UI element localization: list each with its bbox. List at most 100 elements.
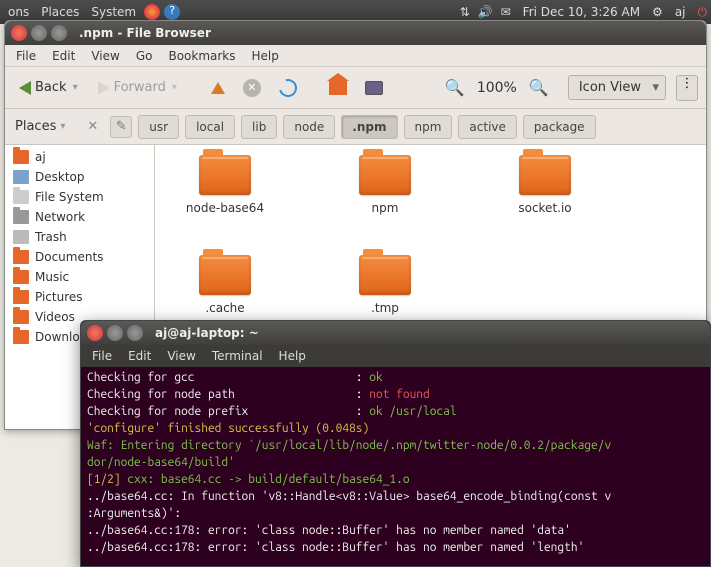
sidebar-item-label: Pictures [35, 290, 83, 304]
folder-icon [13, 330, 29, 344]
folder-item[interactable]: node-base64 [175, 155, 275, 215]
folder-icon [13, 270, 29, 284]
sidebar-item-label: aj [35, 150, 46, 164]
toolbar-grip[interactable]: ⋮ [676, 75, 698, 101]
sidebar-item-label: Trash [35, 230, 67, 244]
path-segment[interactable]: node [283, 115, 335, 139]
reload-button[interactable] [273, 75, 303, 101]
path-segment[interactable]: lib [241, 115, 277, 139]
folder-icon [199, 255, 251, 295]
power-icon[interactable]: ⏻ [698, 5, 708, 20]
zoom-out-button[interactable]: 🔍 [441, 78, 469, 97]
folder-label: .tmp [335, 301, 435, 315]
help-icon[interactable]: ? [164, 4, 180, 20]
fb-titlebar[interactable]: .npm - File Browser [5, 21, 706, 45]
path-segment[interactable]: usr [138, 115, 179, 139]
sidebar-item-label: Network [35, 210, 85, 224]
menu-edit[interactable]: Edit [121, 347, 158, 365]
clock[interactable]: Fri Dec 10, 3:26 AM [519, 5, 644, 19]
close-icon[interactable] [11, 25, 27, 41]
sidebar-item-desktop[interactable]: Desktop [5, 167, 154, 187]
zoom-in-button[interactable]: 🔍 [525, 78, 553, 97]
zoom-level: 100% [475, 80, 519, 96]
stop-icon: ✕ [243, 79, 261, 97]
folder-item[interactable]: .cache [175, 255, 275, 315]
sidebar-item-documents[interactable]: Documents [5, 247, 154, 267]
menu-view[interactable]: View [84, 47, 126, 65]
stop-button[interactable]: ✕ [237, 75, 267, 101]
path-bar: Places ▾ ✕ ✎ usrlocallibnode.npm npmactiv… [5, 109, 706, 145]
sidebar-item-music[interactable]: Music [5, 267, 154, 287]
edit-path-button[interactable]: ✎ [110, 116, 132, 138]
sidebar-item-pictures[interactable]: Pictures [5, 287, 154, 307]
terminal-window: aj@aj-laptop: ~ FileEditViewTerminalHelp… [80, 320, 711, 567]
minimize-icon[interactable] [107, 325, 123, 341]
chevron-down-icon: ▾ [170, 82, 179, 93]
term-menubar: FileEditViewTerminalHelp [81, 345, 710, 367]
menu-terminal[interactable]: Terminal [205, 347, 270, 365]
terminal-output[interactable]: Checking for gcc : okChecking for node p… [81, 367, 710, 558]
folder-item[interactable]: .tmp [335, 255, 435, 315]
home-button[interactable] [323, 77, 353, 99]
computer-button[interactable] [359, 77, 389, 99]
view-mode-select[interactable]: Icon View [568, 75, 666, 100]
forward-button: Forward ▾ [92, 76, 185, 99]
maximize-icon[interactable] [127, 325, 143, 341]
folder-item[interactable]: socket.io [495, 155, 595, 215]
monitor-icon [365, 81, 383, 95]
menu-file[interactable]: File [85, 347, 119, 365]
folder-icon [13, 190, 29, 204]
folder-label: socket.io [495, 201, 595, 215]
sidebar-item-network[interactable]: Network [5, 207, 154, 227]
user-icon[interactable]: ⚙ [652, 5, 663, 19]
menu-view[interactable]: View [160, 347, 202, 365]
sidebar-item-file-system[interactable]: File System [5, 187, 154, 207]
menu-bookmarks[interactable]: Bookmarks [161, 47, 242, 65]
path-segment[interactable]: package [523, 115, 596, 139]
chevron-down-icon[interactable]: ▾ [71, 82, 80, 93]
sidebar-item-label: Videos [35, 310, 75, 324]
sidebar-item-trash[interactable]: Trash [5, 227, 154, 247]
maximize-icon[interactable] [51, 25, 67, 41]
menu-go[interactable]: Go [129, 47, 160, 65]
mail-icon[interactable]: ✉ [501, 5, 511, 19]
menu-edit[interactable]: Edit [45, 47, 82, 65]
forward-arrow-icon [98, 81, 110, 95]
folder-icon [13, 210, 29, 224]
menu-file[interactable]: File [9, 47, 43, 65]
firefox-icon[interactable] [144, 4, 160, 20]
folder-item[interactable]: npm [335, 155, 435, 215]
close-icon[interactable] [87, 325, 103, 341]
menu-help[interactable]: Help [272, 347, 313, 365]
user-name[interactable]: aj [671, 5, 690, 19]
folder-icon [13, 170, 29, 184]
minimize-icon[interactable] [31, 25, 47, 41]
path-segment[interactable]: active [458, 115, 516, 139]
folder-icon [13, 290, 29, 304]
path-segment[interactable]: npm [404, 115, 453, 139]
places-menu[interactable]: Places [37, 5, 83, 19]
system-menu[interactable]: System [87, 5, 140, 19]
sound-icon[interactable]: 🔊 [478, 5, 493, 19]
folder-icon [13, 250, 29, 264]
term-titlebar[interactable]: aj@aj-laptop: ~ [81, 321, 710, 345]
network-icon[interactable]: ⇅ [460, 5, 470, 19]
folder-icon [13, 230, 29, 244]
menu-help[interactable]: Help [245, 47, 286, 65]
folder-icon [359, 155, 411, 195]
folder-label: .cache [175, 301, 275, 315]
places-toggle[interactable]: Places ▾ [13, 119, 75, 134]
close-sidebar-button[interactable]: ✕ [81, 119, 104, 134]
window-title: aj@aj-laptop: ~ [155, 326, 259, 340]
back-button[interactable]: Back ▾ [13, 76, 86, 99]
path-segment[interactable]: local [185, 115, 235, 139]
sidebar-item-aj[interactable]: aj [5, 147, 154, 167]
home-icon [329, 81, 347, 95]
apps-menu[interactable]: ons [4, 5, 33, 19]
folder-label: npm [335, 201, 435, 215]
sidebar-item-label: File System [35, 190, 104, 204]
path-segment[interactable]: .npm [341, 115, 397, 139]
sidebar-item-label: Music [35, 270, 69, 284]
sidebar-item-label: Desktop [35, 170, 85, 184]
up-button[interactable] [205, 78, 231, 98]
